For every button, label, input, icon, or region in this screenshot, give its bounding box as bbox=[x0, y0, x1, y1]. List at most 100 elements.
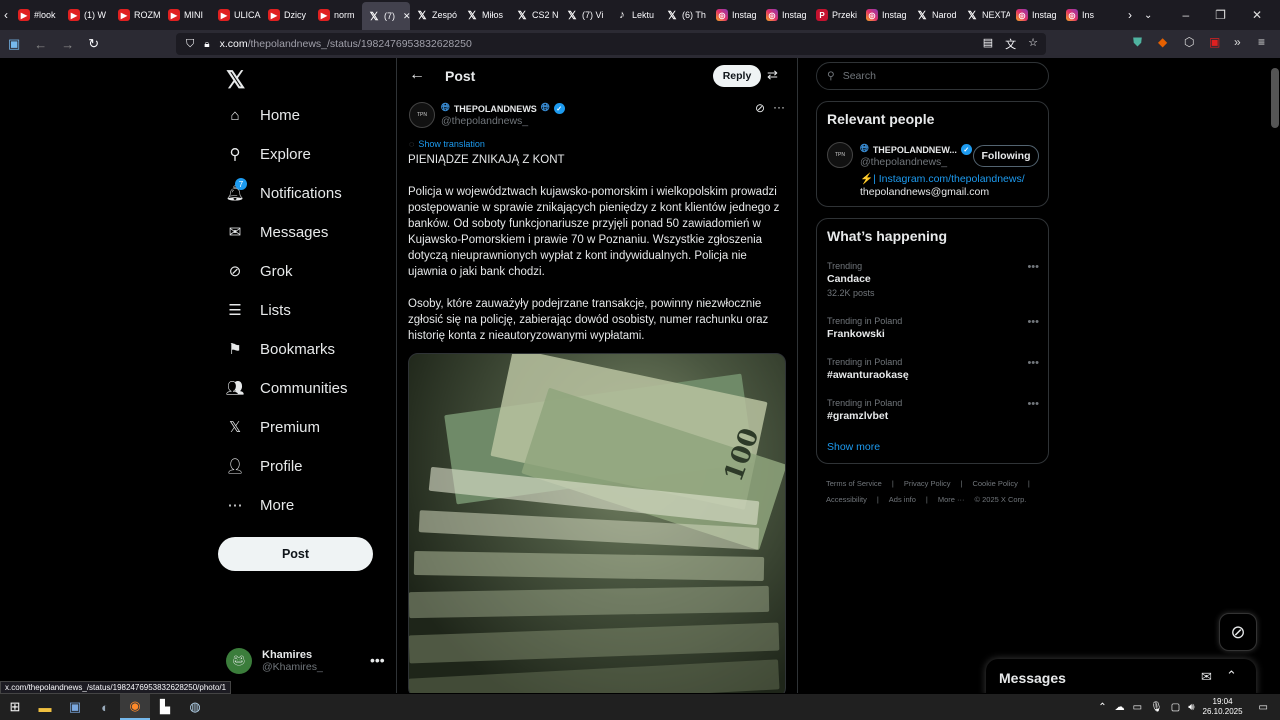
browser-tab[interactable]: 𝕏 (7) Vi bbox=[560, 0, 610, 30]
footer-link[interactable]: Privacy Policy bbox=[904, 479, 951, 488]
extension-badge-icon[interactable]: ▣ bbox=[1209, 35, 1220, 49]
sidebar-item-explore[interactable]: ⚲ Explore bbox=[226, 145, 311, 164]
firefox-icon[interactable]: ◉ bbox=[120, 694, 150, 720]
grok-fab-icon[interactable]: ⊘ bbox=[1219, 613, 1257, 651]
more-dots-icon[interactable]: ··· bbox=[773, 100, 785, 114]
browser-tab[interactable]: 𝕏 CS2 N bbox=[510, 0, 560, 30]
trend-item[interactable]: Trending Candace 32.2K posts ••• bbox=[827, 261, 1039, 298]
browser-tab[interactable]: ◎ Instag bbox=[860, 0, 910, 30]
microphone-icon[interactable]: 🎙︎ bbox=[1150, 702, 1163, 713]
post-author[interactable]: 🌐︎ THEPOLANDNEWS 🌐︎ ✓ bbox=[441, 102, 565, 115]
display-icon[interactable]: ▢ bbox=[1171, 702, 1180, 713]
windows-start-icon[interactable]: ⊞ bbox=[0, 694, 30, 720]
more-dots-icon[interactable]: ••• bbox=[1027, 398, 1039, 410]
browser-tab[interactable]: 𝕏 NEXTA bbox=[960, 0, 1010, 30]
sidebar-item-messages[interactable]: ✉ Messages bbox=[226, 223, 329, 242]
more-dots-icon[interactable]: ••• bbox=[370, 652, 385, 668]
sidebar-item-home[interactable]: ⌂ Home bbox=[226, 106, 300, 124]
following-button[interactable]: Following bbox=[973, 145, 1039, 167]
search-input[interactable]: ⚲ Search bbox=[816, 62, 1049, 90]
network-icon[interactable]: ▭ bbox=[1133, 702, 1142, 713]
show-more-link[interactable]: Show more bbox=[827, 441, 880, 453]
reload-icon[interactable]: ↻ bbox=[88, 36, 99, 52]
close-window-icon[interactable]: ✕ bbox=[1252, 8, 1262, 22]
monitor-app-icon[interactable]: ▣ bbox=[60, 694, 90, 720]
browser-tab[interactable]: ▶ #look bbox=[12, 0, 62, 30]
trend-item[interactable]: Trending in Poland #gramzlvbet ••• bbox=[827, 398, 1039, 422]
back-icon[interactable]: ← bbox=[34, 37, 47, 52]
browser-tab[interactable]: ◎ Instag bbox=[760, 0, 810, 30]
page-scrollbar[interactable] bbox=[1270, 58, 1280, 693]
browser-tab[interactable]: 𝕏 (6) Th bbox=[660, 0, 710, 30]
tab-scroll-left[interactable]: ‹ bbox=[0, 0, 12, 30]
sidebar-item-communities[interactable]: 👥︎ Communities bbox=[225, 379, 347, 398]
sidebar-item-notifications[interactable]: 🔔︎ 7 Notifications bbox=[225, 178, 342, 202]
overflow-menu-icon[interactable]: » bbox=[1234, 35, 1241, 49]
trend-item[interactable]: Trending in Poland #awanturaokasę ••• bbox=[827, 357, 1039, 381]
browser-tab[interactable]: 𝕏 Miłos bbox=[460, 0, 510, 30]
relevant-person-name[interactable]: 🌐︎ THEPOLANDNEW... ✓ bbox=[860, 143, 972, 156]
sidebar-item-bookmarks[interactable]: ⚑ Bookmarks bbox=[226, 340, 335, 359]
notification-center-icon[interactable]: ▭ bbox=[1259, 702, 1268, 713]
footer-link[interactable]: More ··· bbox=[938, 495, 965, 504]
translate-icon[interactable]: 文 bbox=[1005, 36, 1016, 52]
back-arrow-icon[interactable]: ← bbox=[409, 66, 425, 84]
taskbar-clock[interactable]: 19:04 26.10.2025 bbox=[1203, 697, 1243, 717]
browser-tab[interactable]: ▶ MINI bbox=[162, 0, 212, 30]
new-message-icon[interactable]: ✉ bbox=[1201, 669, 1212, 685]
sidebar-item-more[interactable]: ⋯ More bbox=[226, 496, 295, 515]
minimize-icon[interactable]: – bbox=[1182, 8, 1189, 22]
footer-link[interactable]: Ads info bbox=[889, 495, 916, 504]
browser-tab[interactable]: 𝕏 Narod bbox=[910, 0, 960, 30]
post-photo[interactable]: 100 bbox=[408, 353, 786, 693]
onedrive-icon[interactable]: ☁ bbox=[1115, 702, 1125, 713]
volume-icon[interactable]: 🔊︎ bbox=[1188, 702, 1194, 713]
sidebar-item-profile[interactable]: 👤︎ Profile bbox=[225, 457, 302, 476]
scrollbar-thumb[interactable] bbox=[1271, 68, 1279, 128]
tray-chevron-icon[interactable]: ⌃ bbox=[1098, 702, 1106, 713]
browser-tab[interactable]: ▶ ULICA bbox=[212, 0, 262, 30]
expand-up-icon[interactable]: ⌃ bbox=[1226, 668, 1237, 684]
more-dots-icon[interactable]: ••• bbox=[1027, 357, 1039, 369]
sidebar-item-premium[interactable]: 𝕏 Premium bbox=[226, 418, 320, 437]
messages-drawer[interactable]: Messages ✉ ⌃ bbox=[986, 659, 1256, 693]
x-logo-icon[interactable]: 𝕏 bbox=[226, 66, 245, 95]
avatar[interactable]: TPN bbox=[827, 142, 853, 168]
browser-tab[interactable]: ▶ norm bbox=[312, 0, 362, 30]
trend-item[interactable]: Trending in Poland Frankowski ••• bbox=[827, 316, 1039, 340]
settings-sliders-icon[interactable]: ⇄ bbox=[767, 67, 778, 83]
browser-tab[interactable]: ♪ Lektu bbox=[610, 0, 660, 30]
browser-tab[interactable]: ◎ Ins bbox=[1060, 0, 1110, 30]
browser-tab[interactable]: ▶ ROZM bbox=[112, 0, 162, 30]
extension-fox-icon[interactable]: ◆ bbox=[1158, 35, 1167, 49]
footer-link[interactable]: © 2025 X Corp. bbox=[975, 495, 1027, 504]
avatar[interactable]: TPN bbox=[409, 102, 435, 128]
browser-tab[interactable]: P Przeki bbox=[810, 0, 860, 30]
tab-list-chevron-icon[interactable]: ⌄ bbox=[1138, 0, 1158, 30]
forward-icon[interactable]: → bbox=[61, 37, 74, 52]
sidebar-toggle-icon[interactable]: ▣ bbox=[8, 36, 20, 52]
more-dots-icon[interactable]: ••• bbox=[1027, 261, 1039, 273]
extension-shield-icon[interactable]: ⛊ bbox=[1133, 35, 1142, 50]
footer-link[interactable]: Terms of Service bbox=[826, 479, 882, 488]
account-switcher[interactable]: 🐸︎ Khamires @Khamires_ ••• bbox=[226, 648, 386, 674]
reply-button[interactable]: Reply bbox=[713, 65, 761, 87]
file-explorer-icon[interactable]: ▬ bbox=[30, 694, 60, 720]
sidebar-item-lists[interactable]: ☰ Lists bbox=[226, 301, 291, 320]
close-tab-icon[interactable]: ✕ bbox=[403, 11, 410, 22]
show-translation-link[interactable]: ◌ Show translation bbox=[409, 139, 485, 149]
extensions-icon[interactable]: ⬡ bbox=[1184, 35, 1194, 49]
app-l-icon[interactable]: ▙ bbox=[150, 694, 180, 720]
browser-tab[interactable]: ▶ (1) W bbox=[62, 0, 112, 30]
browser-tab[interactable]: 𝕏 (7) ✕ bbox=[362, 2, 410, 30]
author-handle[interactable]: @thepolandnews_ bbox=[441, 115, 528, 127]
browser-tab[interactable]: ◎ Instag bbox=[710, 0, 760, 30]
reader-view-icon[interactable]: ▤ bbox=[983, 36, 993, 52]
maximize-icon[interactable]: ❐ bbox=[1215, 8, 1226, 22]
tracking-shield-icon[interactable]: ⛉ bbox=[186, 38, 194, 51]
tab-scroll-right[interactable]: › bbox=[1122, 0, 1138, 30]
footer-link[interactable]: Cookie Policy bbox=[972, 479, 1017, 488]
url-bar[interactable]: ⛉ 🔒︎ x.com/thepolandnews_/status/1982476… bbox=[176, 33, 1046, 55]
browser-tab[interactable]: ▶ Dzicy bbox=[262, 0, 312, 30]
browser-tab[interactable]: 𝕏 Zespó bbox=[410, 0, 460, 30]
